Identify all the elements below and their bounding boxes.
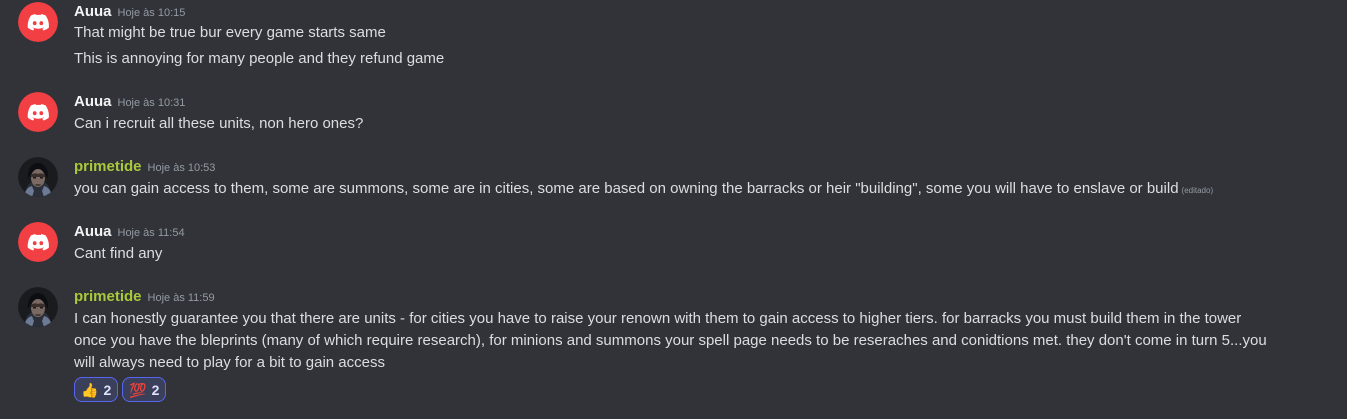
message-header: Auua Hoje às 10:15: [74, 3, 185, 23]
message-text: once you have the bleprints (many of whi…: [74, 332, 1267, 349]
reaction-count: 2: [103, 381, 112, 398]
timestamp: Hoje às 10:31: [117, 97, 186, 109]
reactions-bar: 👍 2 💯 2: [74, 377, 167, 402]
discord-avatar[interactable]: [18, 2, 58, 42]
message-text: I can honestly guarantee you that there …: [74, 310, 1242, 327]
username[interactable]: primetide: [74, 288, 142, 305]
username[interactable]: Auua: [74, 93, 112, 110]
message-header: Auua Hoje às 10:31: [74, 93, 185, 113]
message-text: will always need to play for a bit to ga…: [74, 354, 385, 371]
hundred-points-icon: 💯: [129, 381, 147, 398]
discord-logo-icon: [18, 222, 58, 262]
primetide-avatar-image: [18, 157, 58, 197]
username[interactable]: primetide: [74, 158, 142, 175]
message-text: Can i recruit all these units, non hero …: [74, 115, 364, 132]
edited-label: (editado): [1181, 186, 1214, 195]
user-avatar[interactable]: [18, 157, 58, 197]
reaction-thumbs-up[interactable]: 👍 2: [74, 377, 119, 402]
timestamp: Hoje às 11:59: [147, 292, 215, 304]
discord-logo-icon: [18, 2, 58, 42]
discord-avatar[interactable]: [18, 222, 58, 262]
timestamp: Hoje às 11:54: [117, 227, 185, 239]
discord-avatar[interactable]: [18, 92, 58, 132]
message-header: primetide Hoje às 11:59: [74, 288, 215, 308]
reaction-count: 2: [151, 381, 160, 398]
timestamp: Hoje às 10:53: [147, 162, 216, 174]
message-header: Auua Hoje às 11:54: [74, 223, 185, 243]
username[interactable]: Auua: [74, 223, 112, 240]
username[interactable]: Auua: [74, 3, 112, 20]
message-text: This is annoying for many people and the…: [74, 50, 445, 67]
timestamp: Hoje às 10:15: [117, 7, 186, 19]
user-avatar[interactable]: [18, 287, 58, 327]
message-header: primetide Hoje às 10:53: [74, 158, 215, 178]
message-text: Cant find any: [74, 245, 163, 262]
chat-messages: Auua Hoje às 10:15 That might be true bur…: [0, 0, 1347, 419]
thumbs-up-icon: 👍: [81, 381, 99, 398]
message-text: That might be true bur every game starts…: [74, 24, 386, 41]
message-text-content: you can gain access to them, some are su…: [74, 180, 1179, 197]
reaction-hundred-points[interactable]: 💯 2: [122, 377, 167, 402]
primetide-avatar-image: [18, 287, 58, 327]
discord-logo-icon: [18, 92, 58, 132]
message-text: you can gain access to them, some are su…: [74, 178, 1213, 202]
